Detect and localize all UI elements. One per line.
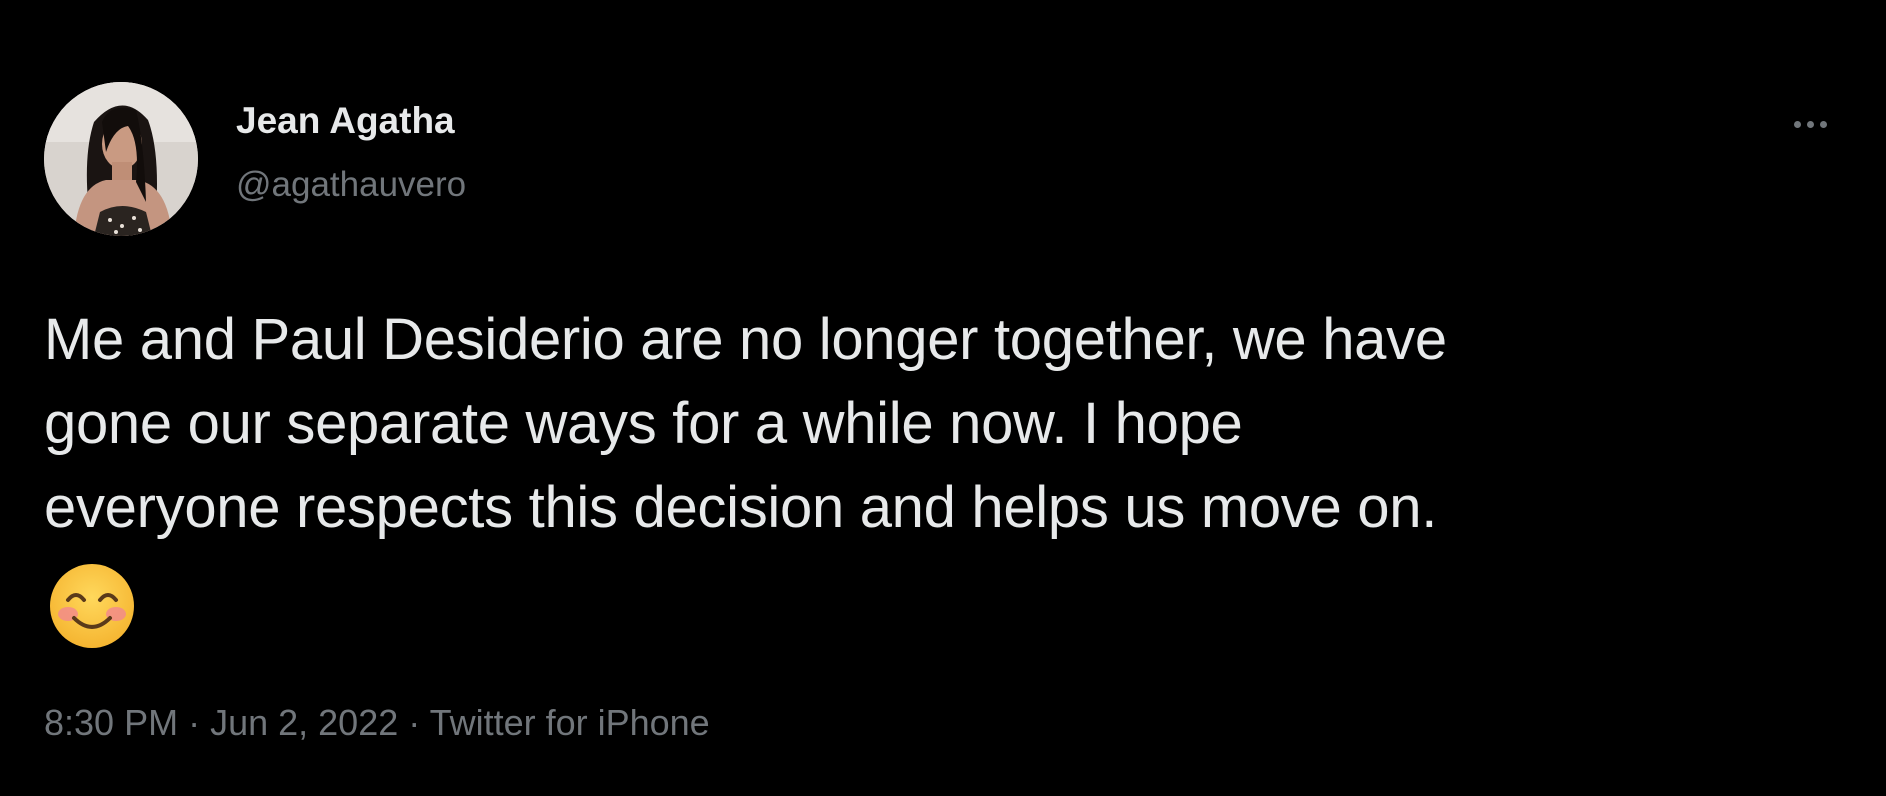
tweet-text-line: Me and Paul Desiderio are no longer toge… — [44, 307, 1447, 372]
tweet-text-line: everyone respects this decision and help… — [44, 475, 1438, 540]
tweet-date[interactable]: Jun 2, 2022 — [210, 702, 398, 743]
author-display-name[interactable]: Jean Agatha — [236, 100, 455, 142]
meta-separator: · — [398, 702, 430, 743]
tweet-card: Jean Agatha @agathauvero Me and Paul Des… — [0, 0, 1886, 796]
author-handle[interactable]: @agathauvero — [236, 165, 466, 205]
tweet-time[interactable]: 8:30 PM — [44, 702, 178, 743]
tweet-text-line: gone our separate ways for a while now. … — [44, 391, 1243, 456]
meta-separator: · — [178, 702, 211, 743]
author-avatar[interactable] — [44, 82, 198, 236]
more-options-icon[interactable] — [1780, 104, 1840, 144]
more-dot — [1806, 120, 1814, 128]
avatar-photo-icon — [44, 82, 198, 236]
more-dot — [1819, 120, 1827, 128]
tweet-metadata: 8:30 PM · Jun 2, 2022 · Twitter for iPho… — [44, 702, 710, 744]
smiling-face-emoji-icon — [48, 562, 136, 650]
tweet-text: Me and Paul Desiderio are no longer toge… — [44, 298, 1844, 550]
tweet-source[interactable]: Twitter for iPhone — [430, 702, 710, 743]
more-dot — [1793, 120, 1801, 128]
